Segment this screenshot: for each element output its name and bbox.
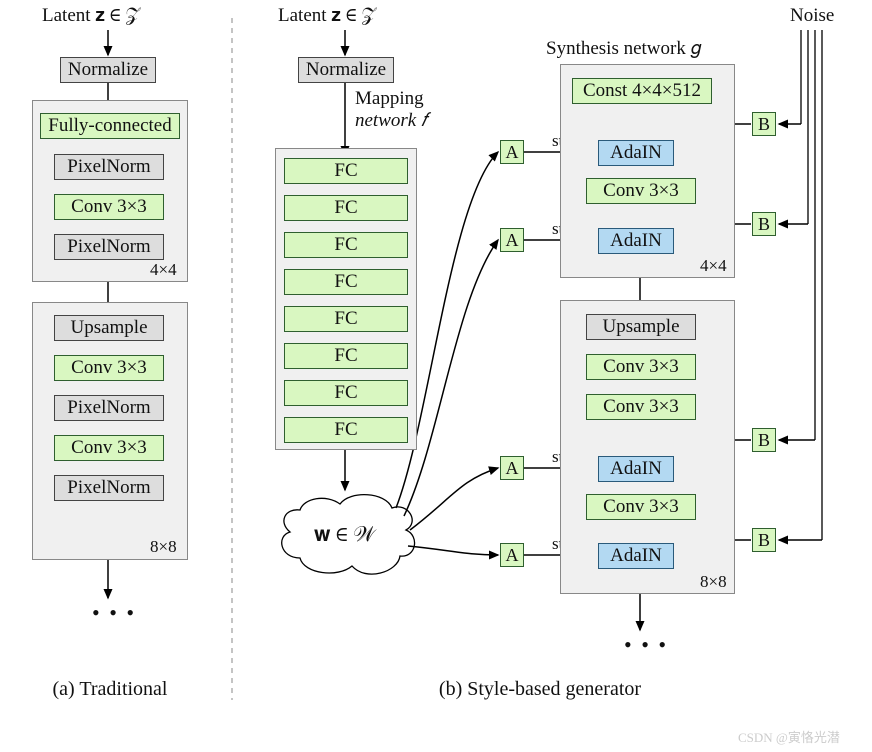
adain-block: AdaIN bbox=[598, 456, 674, 482]
pixelnorm-block: PixelNorm bbox=[54, 475, 164, 501]
caption-b: (b) Style-based generator bbox=[380, 678, 700, 701]
adain-block: AdaIN bbox=[598, 140, 674, 166]
fc-block: FC bbox=[284, 343, 408, 369]
noise-label: Noise bbox=[790, 5, 834, 27]
noise-scale-block: B bbox=[752, 212, 776, 236]
synth-label: Synthesis network 𝑔 bbox=[546, 38, 701, 60]
normalize-block-a: Normalize bbox=[60, 57, 156, 83]
const-block: Const 4×4×512 bbox=[572, 78, 712, 104]
adain-block: AdaIN bbox=[598, 543, 674, 569]
watermark: CSDN @寅恪光潜 bbox=[738, 727, 840, 746]
fc-block: FC bbox=[284, 306, 408, 332]
normalize-block-b: Normalize bbox=[298, 57, 394, 83]
fc-block: FC bbox=[284, 417, 408, 443]
caption-a: (a) Traditional bbox=[40, 678, 180, 701]
mapping-label: network 𝑓 bbox=[355, 110, 427, 132]
affine-block: A bbox=[500, 228, 524, 252]
res-label: 4×4 bbox=[150, 260, 177, 280]
fc-block: FC bbox=[284, 158, 408, 184]
conv-block: Conv 3×3 bbox=[586, 494, 696, 520]
pixelnorm-block: PixelNorm bbox=[54, 395, 164, 421]
latent-label-b: Latent 𝐳 ∈ 𝒵 bbox=[278, 5, 376, 27]
fc-block: FC bbox=[284, 380, 408, 406]
noise-scale-block: B bbox=[752, 528, 776, 552]
mapping-label: Mapping bbox=[355, 88, 424, 110]
pixelnorm-block: PixelNorm bbox=[54, 234, 164, 260]
conv-block: Conv 3×3 bbox=[54, 355, 164, 381]
conv-block: Conv 3×3 bbox=[586, 178, 696, 204]
conv-block: Conv 3×3 bbox=[586, 354, 696, 380]
noise-scale-block: B bbox=[752, 112, 776, 136]
fc-block: FC bbox=[284, 195, 408, 221]
latent-label-a: Latent 𝐳 ∈ 𝒵 bbox=[42, 5, 140, 27]
conv-block: Conv 3×3 bbox=[54, 194, 164, 220]
res-label: 8×8 bbox=[700, 572, 727, 592]
affine-block: A bbox=[500, 140, 524, 164]
fc-block: FC bbox=[284, 269, 408, 295]
upsample-block: Upsample bbox=[54, 315, 164, 341]
noise-scale-block: B bbox=[752, 428, 776, 452]
affine-block: A bbox=[500, 456, 524, 480]
res-label: 4×4 bbox=[700, 256, 727, 276]
adain-block: AdaIN bbox=[598, 228, 674, 254]
w-space-label: 𝐰 ∈ 𝒲 bbox=[314, 522, 375, 547]
res-label: 8×8 bbox=[150, 537, 177, 557]
ellipsis: • • • bbox=[624, 632, 668, 658]
upsample-block: Upsample bbox=[586, 314, 696, 340]
ellipsis: • • • bbox=[92, 600, 136, 626]
conv-block: Conv 3×3 bbox=[586, 394, 696, 420]
affine-block: A bbox=[500, 543, 524, 567]
pixelnorm-block: PixelNorm bbox=[54, 154, 164, 180]
fully-connected-block: Fully-connected bbox=[40, 113, 180, 139]
conv-block: Conv 3×3 bbox=[54, 435, 164, 461]
fc-block: FC bbox=[284, 232, 408, 258]
